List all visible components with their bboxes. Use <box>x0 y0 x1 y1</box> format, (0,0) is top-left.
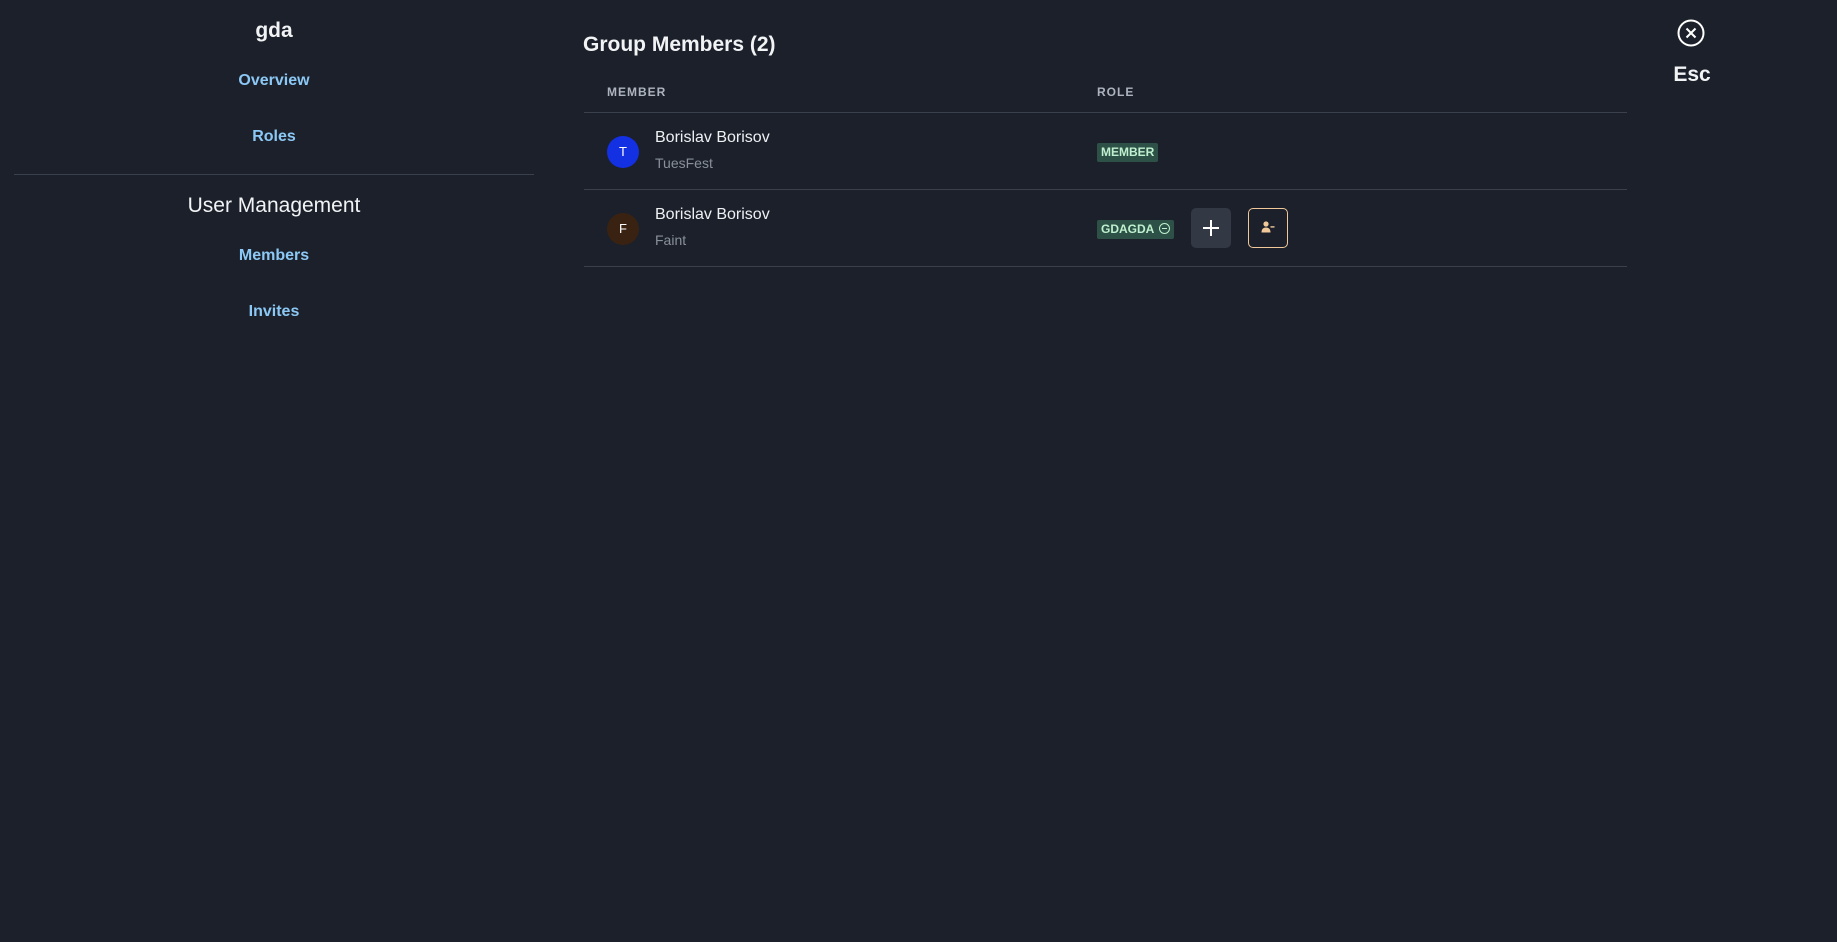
minus-circle-icon[interactable] <box>1159 223 1171 234</box>
esc-label: Esc <box>1673 63 1711 86</box>
member-nickname: TuesFest <box>655 155 713 171</box>
avatar: T <box>607 136 639 168</box>
column-header-role: ROLE <box>1097 85 1135 99</box>
settings-sidebar: gda Overview Roles User Management Membe… <box>14 0 534 942</box>
member-name: Borislav Borisov <box>655 129 770 146</box>
role-badge-label: MEMBER <box>1101 145 1155 159</box>
close-circle-icon[interactable] <box>1677 19 1705 47</box>
page-title: Group Members (2) <box>583 33 776 56</box>
column-header-member: MEMBER <box>607 85 667 99</box>
member-name: Borislav Borisov <box>655 206 770 223</box>
sidebar-item-invites[interactable]: Invites <box>14 303 534 321</box>
role-badge: MEMBER <box>1097 143 1159 162</box>
members-table: MEMBER ROLE T Borislav Borisov TuesFest … <box>584 72 1627 267</box>
table-row: T Borislav Borisov TuesFest MEMBER <box>584 113 1627 190</box>
member-nickname: Faint <box>655 232 687 248</box>
sidebar-divider <box>14 174 534 175</box>
kick-member-button[interactable] <box>1248 208 1288 248</box>
user-minus-icon <box>1261 221 1275 233</box>
sidebar-item-overview[interactable]: Overview <box>14 72 534 90</box>
sidebar-item-roles[interactable]: Roles <box>14 128 534 146</box>
avatar: F <box>607 213 639 245</box>
table-header: MEMBER ROLE <box>584 72 1627 113</box>
role-badge: GDAGDA <box>1097 220 1175 239</box>
section-title-user-management: User Management <box>187 194 361 217</box>
role-badge-label: GDAGDA <box>1101 222 1155 236</box>
sidebar-item-members[interactable]: Members <box>14 247 534 265</box>
table-row: F Borislav Borisov Faint GDAGDA <box>584 190 1627 267</box>
server-name: gda <box>255 19 293 42</box>
add-role-button[interactable] <box>1191 208 1231 248</box>
